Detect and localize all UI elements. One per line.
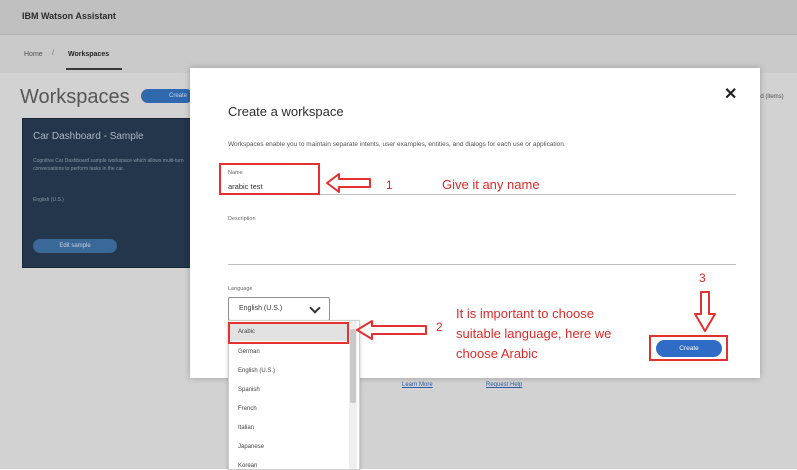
chevron-down-icon [309,302,321,314]
language-label: Language [228,286,253,292]
description-input[interactable] [228,264,736,265]
request-help-link[interactable]: Request Help [486,382,522,388]
language-option-english[interactable]: English (U.S.) [229,362,347,380]
annotation-step-1: 1 [386,178,393,192]
annotation-step-3: 3 [699,271,706,285]
annotation-arrow-left-icon [326,173,371,193]
annotation-text-2-line2: suitable language, here we [456,326,612,341]
modal-title: Create a workspace [228,104,344,119]
language-option-korean[interactable]: Korean [229,457,347,469]
annotation-arrow-left-icon [356,320,427,340]
language-option-german[interactable]: German [229,343,347,361]
annotation-box-arabic [228,322,349,344]
language-option-spanish[interactable]: Spanish [229,381,347,399]
language-option-japanese[interactable]: Japanese [229,438,347,456]
annotation-box-name [219,163,320,195]
close-icon[interactable]: ✕ [724,84,737,104]
annotation-arrow-down-icon [694,291,716,332]
annotation-text-1: Give it any name [442,177,540,192]
description-label: Description [228,216,256,222]
modal-description: Workspaces enable you to maintain separa… [228,141,566,148]
annotation-step-2: 2 [436,320,443,334]
annotation-text-2-line1: It is important to choose [456,306,595,321]
language-select[interactable]: English (U.S.) [228,297,330,321]
language-selected-value: English (U.S.) [239,305,283,312]
annotation-text-2-line3: choose Arabic [456,346,538,361]
language-option-french[interactable]: French [229,400,347,418]
annotation-box-create [649,335,728,361]
language-option-italian[interactable]: Italian [229,419,347,437]
learn-more-link[interactable]: Learn More [402,382,433,388]
